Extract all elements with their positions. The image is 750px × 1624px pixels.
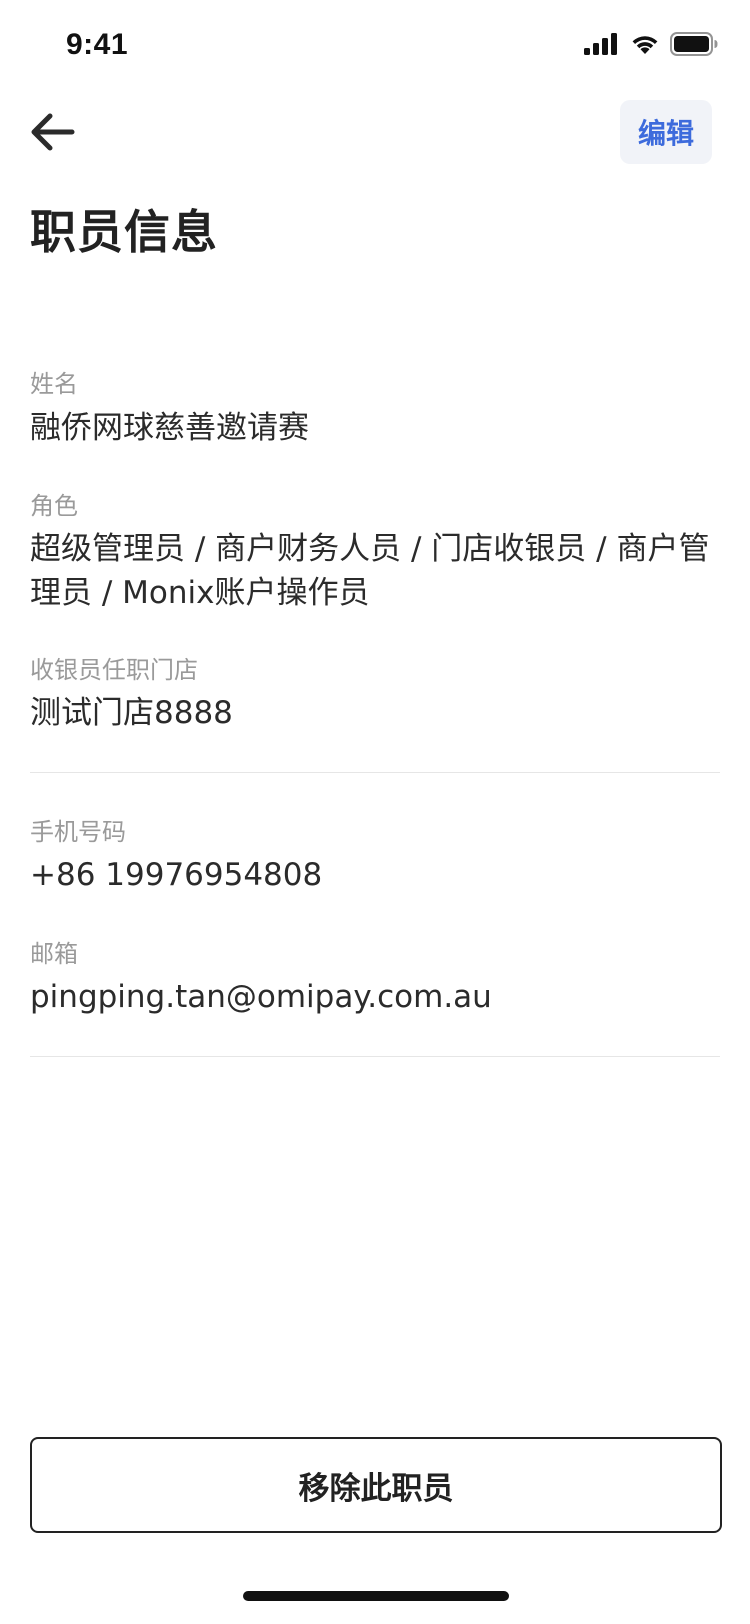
signal-icon (584, 33, 620, 59)
email-label: 邮箱 (30, 940, 78, 968)
divider (30, 772, 720, 773)
remove-staff-button[interactable]: 移除此职员 (30, 1437, 722, 1533)
navigation-bar: 编辑 (0, 94, 750, 176)
battery-icon (670, 32, 718, 60)
status-icons (584, 32, 718, 60)
name-label: 姓名 (30, 370, 78, 398)
divider (30, 1056, 720, 1057)
home-indicator (243, 1591, 509, 1601)
arrow-left-icon (29, 112, 75, 156)
wifi-icon (630, 33, 660, 59)
page-title: 职员信息 (30, 205, 218, 259)
email-value: pingping.tan@omipay.com.au (30, 979, 492, 1015)
status-bar: 9:41 (0, 0, 750, 94)
role-value: 超级管理员 / 商户财务人员 / 门店收银员 / 商户管理员 / Monix账户… (30, 531, 710, 611)
edit-button[interactable]: 编辑 (620, 100, 712, 164)
phone-label: 手机号码 (30, 818, 126, 846)
store-label: 收银员任职门店 (30, 656, 198, 684)
store-value: 测试门店8888 (30, 695, 233, 731)
phone-value: +86 19976954808 (30, 857, 323, 893)
name-value: 融侨网球慈善邀请赛 (30, 410, 309, 446)
status-time: 9:41 (66, 28, 129, 61)
role-label: 角色 (30, 492, 78, 520)
back-button[interactable] (26, 108, 78, 160)
